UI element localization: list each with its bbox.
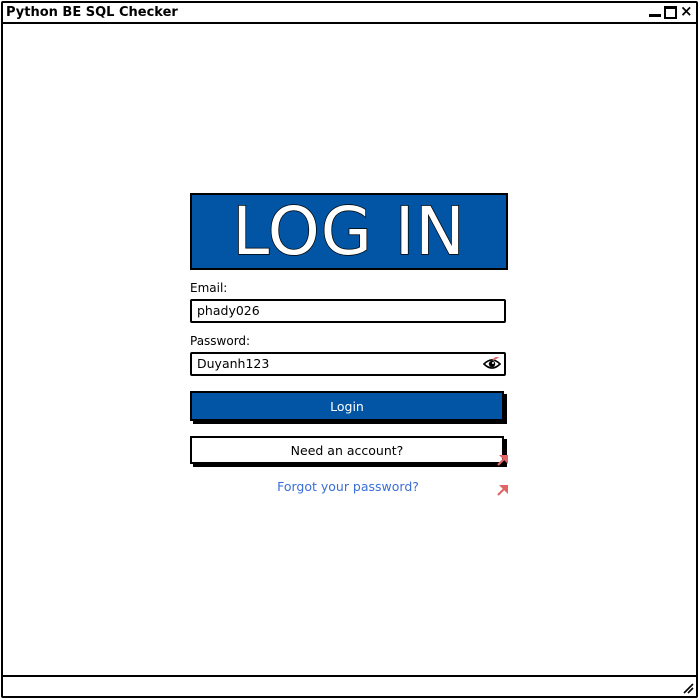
window-controls: × <box>648 3 693 20</box>
password-value: Duyanh123 <box>197 356 270 371</box>
login-button-label: Login <box>330 398 364 414</box>
login-heading-banner: LOG IN <box>190 193 508 270</box>
need-account-button[interactable]: Need an account? <box>190 436 504 464</box>
maximize-icon[interactable] <box>664 6 677 19</box>
eye-icon[interactable] <box>483 357 501 371</box>
forgot-password-link[interactable]: Forgot your password? <box>190 479 506 495</box>
window-title: Python BE SQL Checker <box>6 5 178 20</box>
email-label: Email: <box>190 281 228 295</box>
link-arrow-icon <box>497 485 508 496</box>
email-value: phady026 <box>197 303 260 318</box>
minimize-icon[interactable] <box>648 6 661 19</box>
title-bar: Python BE SQL Checker × <box>3 3 696 24</box>
password-field[interactable]: Duyanh123 <box>190 352 506 376</box>
need-account-button-label: Need an account? <box>290 442 404 458</box>
login-button[interactable]: Login <box>190 391 504 421</box>
link-arrow-icon <box>497 455 508 466</box>
email-field[interactable]: phady026 <box>190 299 506 323</box>
password-label: Password: <box>190 334 251 348</box>
app-window: Python BE SQL Checker × <box>1 1 698 698</box>
login-heading: LOG IN <box>232 192 466 270</box>
close-icon[interactable]: × <box>680 3 693 20</box>
resize-grip-icon[interactable] <box>682 682 694 694</box>
status-bar <box>3 675 696 696</box>
